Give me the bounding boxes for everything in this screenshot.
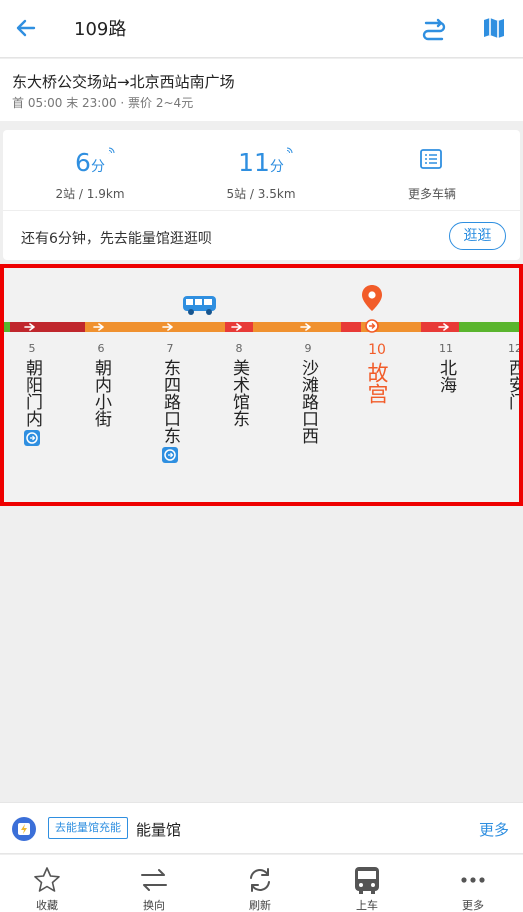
eta-distance: 5站 / 3.5km — [226, 187, 296, 201]
realtime-signal-icon — [286, 147, 293, 154]
eta-first-bus[interactable]: 6分 2站 / 1.9km — [15, 130, 165, 210]
current-location-pin-icon — [362, 285, 382, 311]
charge-energy-tag[interactable]: 去能量馆充能 — [48, 817, 128, 839]
route-schedule: 首 05:00 末 23:00 · 票价 2~4元 — [12, 96, 194, 110]
browse-button[interactable]: 逛逛 — [449, 222, 506, 250]
stop-name: 朝内小街 — [91, 359, 111, 427]
stop-item[interactable]: 6 朝内小街 — [89, 342, 113, 427]
refresh-button[interactable]: 刷新 — [208, 855, 312, 912]
current-stop-dot-icon — [365, 319, 379, 333]
stop-name: 西安门 — [505, 359, 523, 410]
eta-unit: 分 — [269, 159, 284, 175]
more-button[interactable]: 更多 — [421, 855, 523, 912]
direction-arrow-icon — [24, 323, 35, 331]
stop-number: 9 — [304, 342, 312, 355]
eta-minutes: 11 — [238, 148, 270, 177]
eta-second-bus[interactable]: 11分 5站 / 3.5km — [186, 130, 336, 210]
route-stops-panel[interactable]: 5 朝阳门内 6 朝内小街 7 东四路口东 8 美术馆东 9 沙滩路口西 10 故宫 11 北海 12 西安门 — [0, 264, 523, 506]
realtime-signal-icon — [108, 147, 115, 154]
transfer-icon[interactable] — [418, 12, 450, 44]
stop-number: 11 — [439, 342, 453, 355]
more-link[interactable]: 更多 — [479, 819, 509, 840]
direction-arrow-icon — [162, 323, 173, 331]
board-bus-button[interactable]: 上车 — [315, 855, 419, 912]
eta-minutes: 6 — [75, 148, 91, 177]
tab-label: 刷新 — [249, 899, 271, 912]
stop-item[interactable]: 5 朝阳门内 — [20, 342, 44, 446]
stop-name: 沙滩路口西 — [298, 359, 318, 444]
route-info: 东大桥公交场站→北京西站南广场 首 05:00 末 23:00 · 票价 2~4… — [0, 59, 523, 121]
energy-store-name[interactable]: 能量馆 — [136, 819, 181, 840]
subway-icon — [24, 430, 40, 446]
more-vehicles-label: 更多车辆 — [407, 187, 456, 201]
page-title: 109路 — [74, 19, 127, 40]
refresh-icon — [250, 868, 270, 892]
stop-name: 故宫 — [365, 362, 389, 404]
stop-item[interactable]: 8 美术馆东 — [227, 342, 251, 427]
stop-number: 10 — [368, 342, 386, 358]
subway-icon — [162, 447, 178, 463]
divider — [3, 210, 520, 211]
top-bar: 109路 — [0, 0, 523, 58]
tab-label: 收藏 — [36, 899, 58, 912]
stop-name: 朝阳门内 — [22, 359, 42, 427]
stop-item[interactable]: 7 东四路口东 — [158, 342, 182, 463]
tab-label: 更多 — [462, 899, 484, 912]
favorite-button[interactable]: 收藏 — [0, 855, 99, 912]
direction-arrow-icon — [300, 323, 311, 331]
stop-name: 美术馆东 — [229, 359, 249, 427]
stop-number: 6 — [97, 342, 105, 355]
stop-name: 东四路口东 — [160, 359, 180, 444]
wait-tip: 还有6分钟，先去能量馆逛逛呗 — [21, 231, 212, 247]
stop-item[interactable]: 10 故宫 — [365, 342, 389, 404]
bottom-toolbar: 收藏 换向 刷新 上车 更多 — [0, 855, 523, 912]
arrival-card: 6分 2站 / 1.9km 11分 5站 / 3.5km 更多车辆 还有6分钟，… — [3, 130, 520, 260]
stop-item[interactable]: 12 西安门 — [503, 342, 523, 410]
back-arrow-icon[interactable] — [10, 12, 42, 44]
route-direction: 东大桥公交场站→北京西站南广场 — [12, 73, 235, 91]
direction-arrow-icon — [93, 323, 104, 331]
direction-arrow-icon — [438, 323, 449, 331]
bus-marker-icon[interactable] — [182, 295, 218, 317]
map-icon[interactable] — [478, 12, 510, 44]
stop-number: 8 — [235, 342, 243, 355]
tab-label: 上车 — [356, 899, 378, 912]
direction-arrow-icon — [231, 323, 242, 331]
more-dots-icon — [461, 877, 485, 883]
bus-icon — [355, 867, 379, 894]
stop-number: 12 — [508, 342, 522, 355]
star-icon — [34, 867, 60, 892]
stop-name: 北海 — [436, 359, 456, 393]
eta-distance: 2站 / 1.9km — [55, 187, 125, 201]
stop-item[interactable]: 11 北海 — [434, 342, 458, 393]
tab-label: 换向 — [143, 899, 165, 912]
energy-store-icon[interactable] — [12, 817, 36, 841]
energy-bar: 去能量馆充能 能量馆 更多 — [0, 802, 523, 854]
list-icon — [420, 149, 442, 169]
swap-icon — [141, 869, 167, 891]
eta-unit: 分 — [90, 159, 105, 175]
stop-number: 7 — [166, 342, 174, 355]
more-vehicles-button[interactable]: 更多车辆 — [357, 130, 507, 210]
stop-item[interactable]: 9 沙滩路口西 — [296, 342, 320, 444]
switch-direction-button[interactable]: 换向 — [102, 855, 206, 912]
stop-number: 5 — [28, 342, 36, 355]
